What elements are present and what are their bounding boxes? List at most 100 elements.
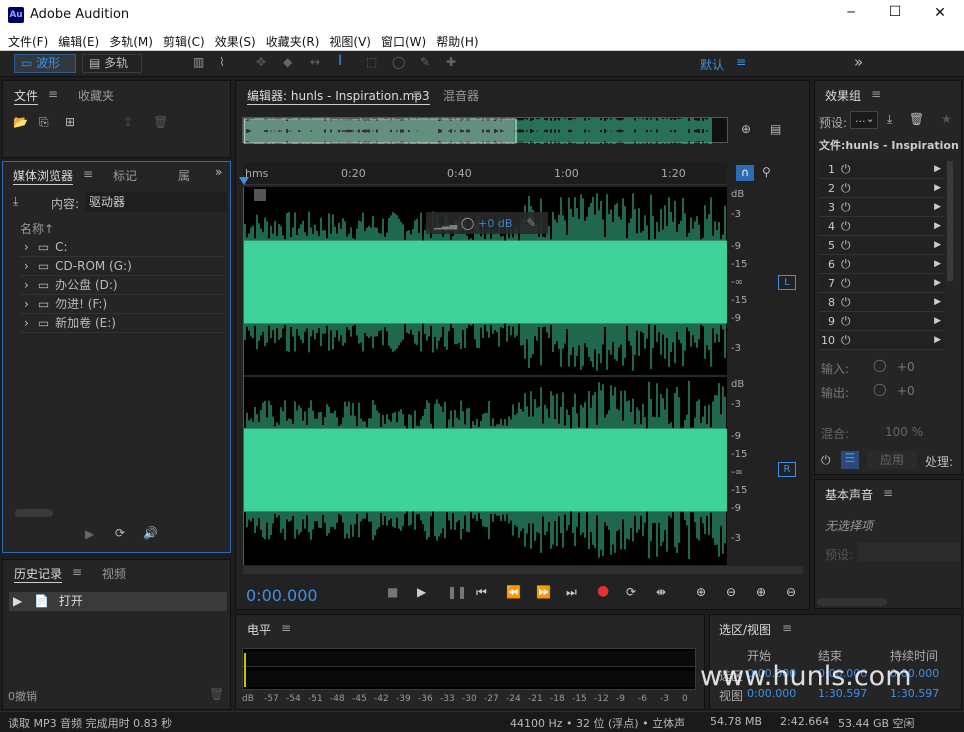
essential-sound-menu-icon[interactable]: ≡ bbox=[883, 486, 893, 500]
close-button[interactable]: ✕ bbox=[925, 5, 955, 21]
workspace-label[interactable]: 默认 bbox=[700, 56, 724, 73]
marquee-tool-icon[interactable]: ⬚ bbox=[366, 55, 377, 69]
tab-effects-rack[interactable]: 效果组 bbox=[825, 87, 861, 104]
tab-video[interactable]: 视频 bbox=[102, 565, 126, 582]
open-file-icon[interactable]: 📂 bbox=[13, 115, 28, 129]
content-dropdown[interactable]: 驱动器 bbox=[85, 192, 227, 212]
tab-media-browser[interactable]: 媒体浏览器 bbox=[13, 167, 74, 185]
slot-power-icon[interactable]: ⏻ bbox=[841, 314, 851, 328]
slot-menu-arrow-icon[interactable]: ▶ bbox=[934, 293, 941, 312]
go-to-end-button[interactable]: ⏭ bbox=[566, 585, 577, 600]
slot-menu-arrow-icon[interactable]: ▶ bbox=[934, 198, 941, 217]
tab-level[interactable]: 电平 bbox=[247, 621, 271, 638]
slot-menu-arrow-icon[interactable]: ▶ bbox=[934, 236, 941, 255]
drive-row[interactable]: › ▭ CD-ROM (G:) bbox=[20, 257, 225, 276]
playhead-marker[interactable] bbox=[239, 177, 249, 185]
hud-panel[interactable]: ▁▂▃ ◯ +0 dB ✎ bbox=[426, 212, 548, 234]
skip-selection-button[interactable]: ⇼ bbox=[656, 585, 666, 599]
channel-right-badge[interactable]: R bbox=[778, 462, 796, 477]
spot-healing-tool-icon[interactable]: ✚ bbox=[446, 55, 456, 69]
history-item[interactable]: ▶ 📄 打开 bbox=[9, 592, 227, 611]
drive-row[interactable]: › ▭ 勿进! (F:) bbox=[20, 295, 225, 314]
files-menu-icon[interactable]: ≡ bbox=[48, 87, 58, 101]
effect-slot[interactable]: 9 ⏻ ▶ bbox=[819, 312, 945, 331]
spectral-display-icon[interactable]: ▤ bbox=[770, 122, 781, 136]
apply-button[interactable]: 应用 bbox=[867, 451, 917, 469]
effect-slot[interactable]: 2 ⏻ ▶ bbox=[819, 179, 945, 198]
effect-slot[interactable]: 6 ⏻ ▶ bbox=[819, 255, 945, 274]
menu-item-1[interactable]: 编辑(E) bbox=[53, 31, 104, 52]
play-icon[interactable]: ▶ bbox=[85, 527, 94, 541]
slot-power-icon[interactable]: ⏻ bbox=[841, 276, 851, 290]
slot-menu-arrow-icon[interactable]: ▶ bbox=[934, 312, 941, 331]
loop-playback-button[interactable]: ⟳ bbox=[626, 585, 636, 599]
delete-history-icon[interactable]: 🗑 bbox=[209, 687, 224, 701]
zoom-out-full-icon[interactable]: ⊖ bbox=[786, 585, 796, 599]
drive-row[interactable]: › ▭ C: bbox=[20, 238, 225, 257]
save-preset-icon[interactable]: ⤓ bbox=[887, 112, 892, 127]
drive-row[interactable]: › ▭ 办公盘 (D:) bbox=[20, 276, 225, 295]
multitrack-view-button[interactable]: ▤ 多轨 bbox=[82, 54, 142, 73]
lasso-tool-icon[interactable]: ◯ bbox=[392, 55, 405, 69]
delete-file-icon[interactable]: 🗑 bbox=[153, 115, 168, 129]
download-icon[interactable]: ⤓ bbox=[13, 194, 18, 209]
chevron-right-icon[interactable]: › bbox=[24, 316, 29, 330]
chevron-right-icon[interactable]: › bbox=[24, 240, 29, 254]
chevron-right-icon[interactable]: › bbox=[24, 259, 29, 273]
go-to-start-button[interactable]: ⏮ bbox=[476, 585, 487, 600]
razor-tool-icon[interactable]: ◆ bbox=[283, 55, 292, 69]
tab-history[interactable]: 历史记录 bbox=[14, 565, 63, 583]
rewind-button[interactable]: ⏪ bbox=[506, 585, 521, 599]
drive-row[interactable]: › ▭ 新加卷 (E:) bbox=[20, 314, 225, 333]
slot-menu-arrow-icon[interactable]: ▶ bbox=[934, 160, 941, 179]
tab-favorites[interactable]: 收藏夹 bbox=[78, 87, 114, 104]
effect-slot[interactable]: 7 ⏻ ▶ bbox=[819, 274, 945, 293]
menu-item-5[interactable]: 收藏夹(R) bbox=[261, 31, 325, 52]
time-selection-tool-icon[interactable]: I bbox=[338, 53, 342, 69]
menu-item-7[interactable]: 窗口(W) bbox=[376, 31, 431, 52]
slot-power-icon[interactable]: ⏻ bbox=[841, 238, 851, 252]
menu-item-8[interactable]: 帮助(H) bbox=[431, 31, 483, 52]
slot-menu-arrow-icon[interactable]: ▶ bbox=[934, 255, 941, 274]
essential-scrollbar[interactable] bbox=[817, 598, 887, 606]
spectral-pitch-icon[interactable]: ⌇ bbox=[219, 55, 225, 69]
tab-selection-view[interactable]: 选区/视图 bbox=[719, 621, 771, 638]
horizontal-scrollbar[interactable] bbox=[243, 566, 803, 574]
chevron-right-icon[interactable]: › bbox=[24, 278, 29, 292]
record-button[interactable]: ● bbox=[597, 583, 609, 599]
essential-preset-field[interactable] bbox=[857, 543, 961, 561]
effect-slot[interactable]: 3 ⏻ ▶ bbox=[819, 198, 945, 217]
editor-menu-icon[interactable]: ≡ bbox=[412, 87, 422, 101]
more-workspaces-button[interactable]: » bbox=[854, 53, 863, 71]
export-icon[interactable]: ⇪ bbox=[123, 115, 133, 129]
effect-slot[interactable]: 4 ⏻ ▶ bbox=[819, 217, 945, 236]
spectral-frequency-icon[interactable]: ▥ bbox=[193, 55, 204, 69]
slot-power-icon[interactable]: ⏻ bbox=[841, 219, 851, 233]
play-button[interactable]: ▶ bbox=[417, 585, 426, 599]
zoom-in-amplitude-icon[interactable]: ⊕ bbox=[696, 585, 706, 599]
output-knob-icon[interactable]: ◯ bbox=[873, 382, 886, 396]
list-scrollbar[interactable] bbox=[15, 509, 53, 517]
slots-scrollbar[interactable] bbox=[947, 161, 953, 281]
loop-icon[interactable]: ⟳ bbox=[115, 526, 125, 540]
menu-item-0[interactable]: 文件(F) bbox=[3, 31, 53, 52]
slot-menu-arrow-icon[interactable]: ▶ bbox=[934, 217, 941, 236]
tab-files[interactable]: 文件 bbox=[14, 87, 39, 105]
slot-power-icon[interactable]: ⏻ bbox=[841, 333, 851, 347]
expand-panels-icon[interactable]: » bbox=[215, 165, 222, 179]
name-column-header[interactable]: 名称↑ bbox=[20, 220, 54, 237]
preset-dropdown[interactable]: ...⌄ bbox=[850, 111, 878, 129]
slot-power-icon[interactable]: ⏻ bbox=[841, 257, 851, 271]
tab-markers[interactable]: 标记 bbox=[113, 167, 137, 184]
menu-item-6[interactable]: 视图(V) bbox=[324, 31, 376, 52]
tab-mixer[interactable]: 混音器 bbox=[443, 87, 479, 104]
marker-pin-icon[interactable]: ⚲ bbox=[762, 165, 771, 179]
fast-forward-button[interactable]: ⏩ bbox=[536, 585, 551, 599]
chevron-right-icon[interactable]: › bbox=[24, 297, 29, 311]
channel-left-badge[interactable]: L bbox=[778, 275, 796, 290]
new-file-icon[interactable]: ⊞ bbox=[65, 115, 75, 129]
menu-item-4[interactable]: 效果(S) bbox=[210, 31, 261, 52]
current-time-display[interactable]: 0:00.000 bbox=[246, 586, 318, 605]
slot-power-icon[interactable]: ⏻ bbox=[841, 162, 851, 176]
effects-menu-icon[interactable]: ≡ bbox=[871, 87, 881, 101]
